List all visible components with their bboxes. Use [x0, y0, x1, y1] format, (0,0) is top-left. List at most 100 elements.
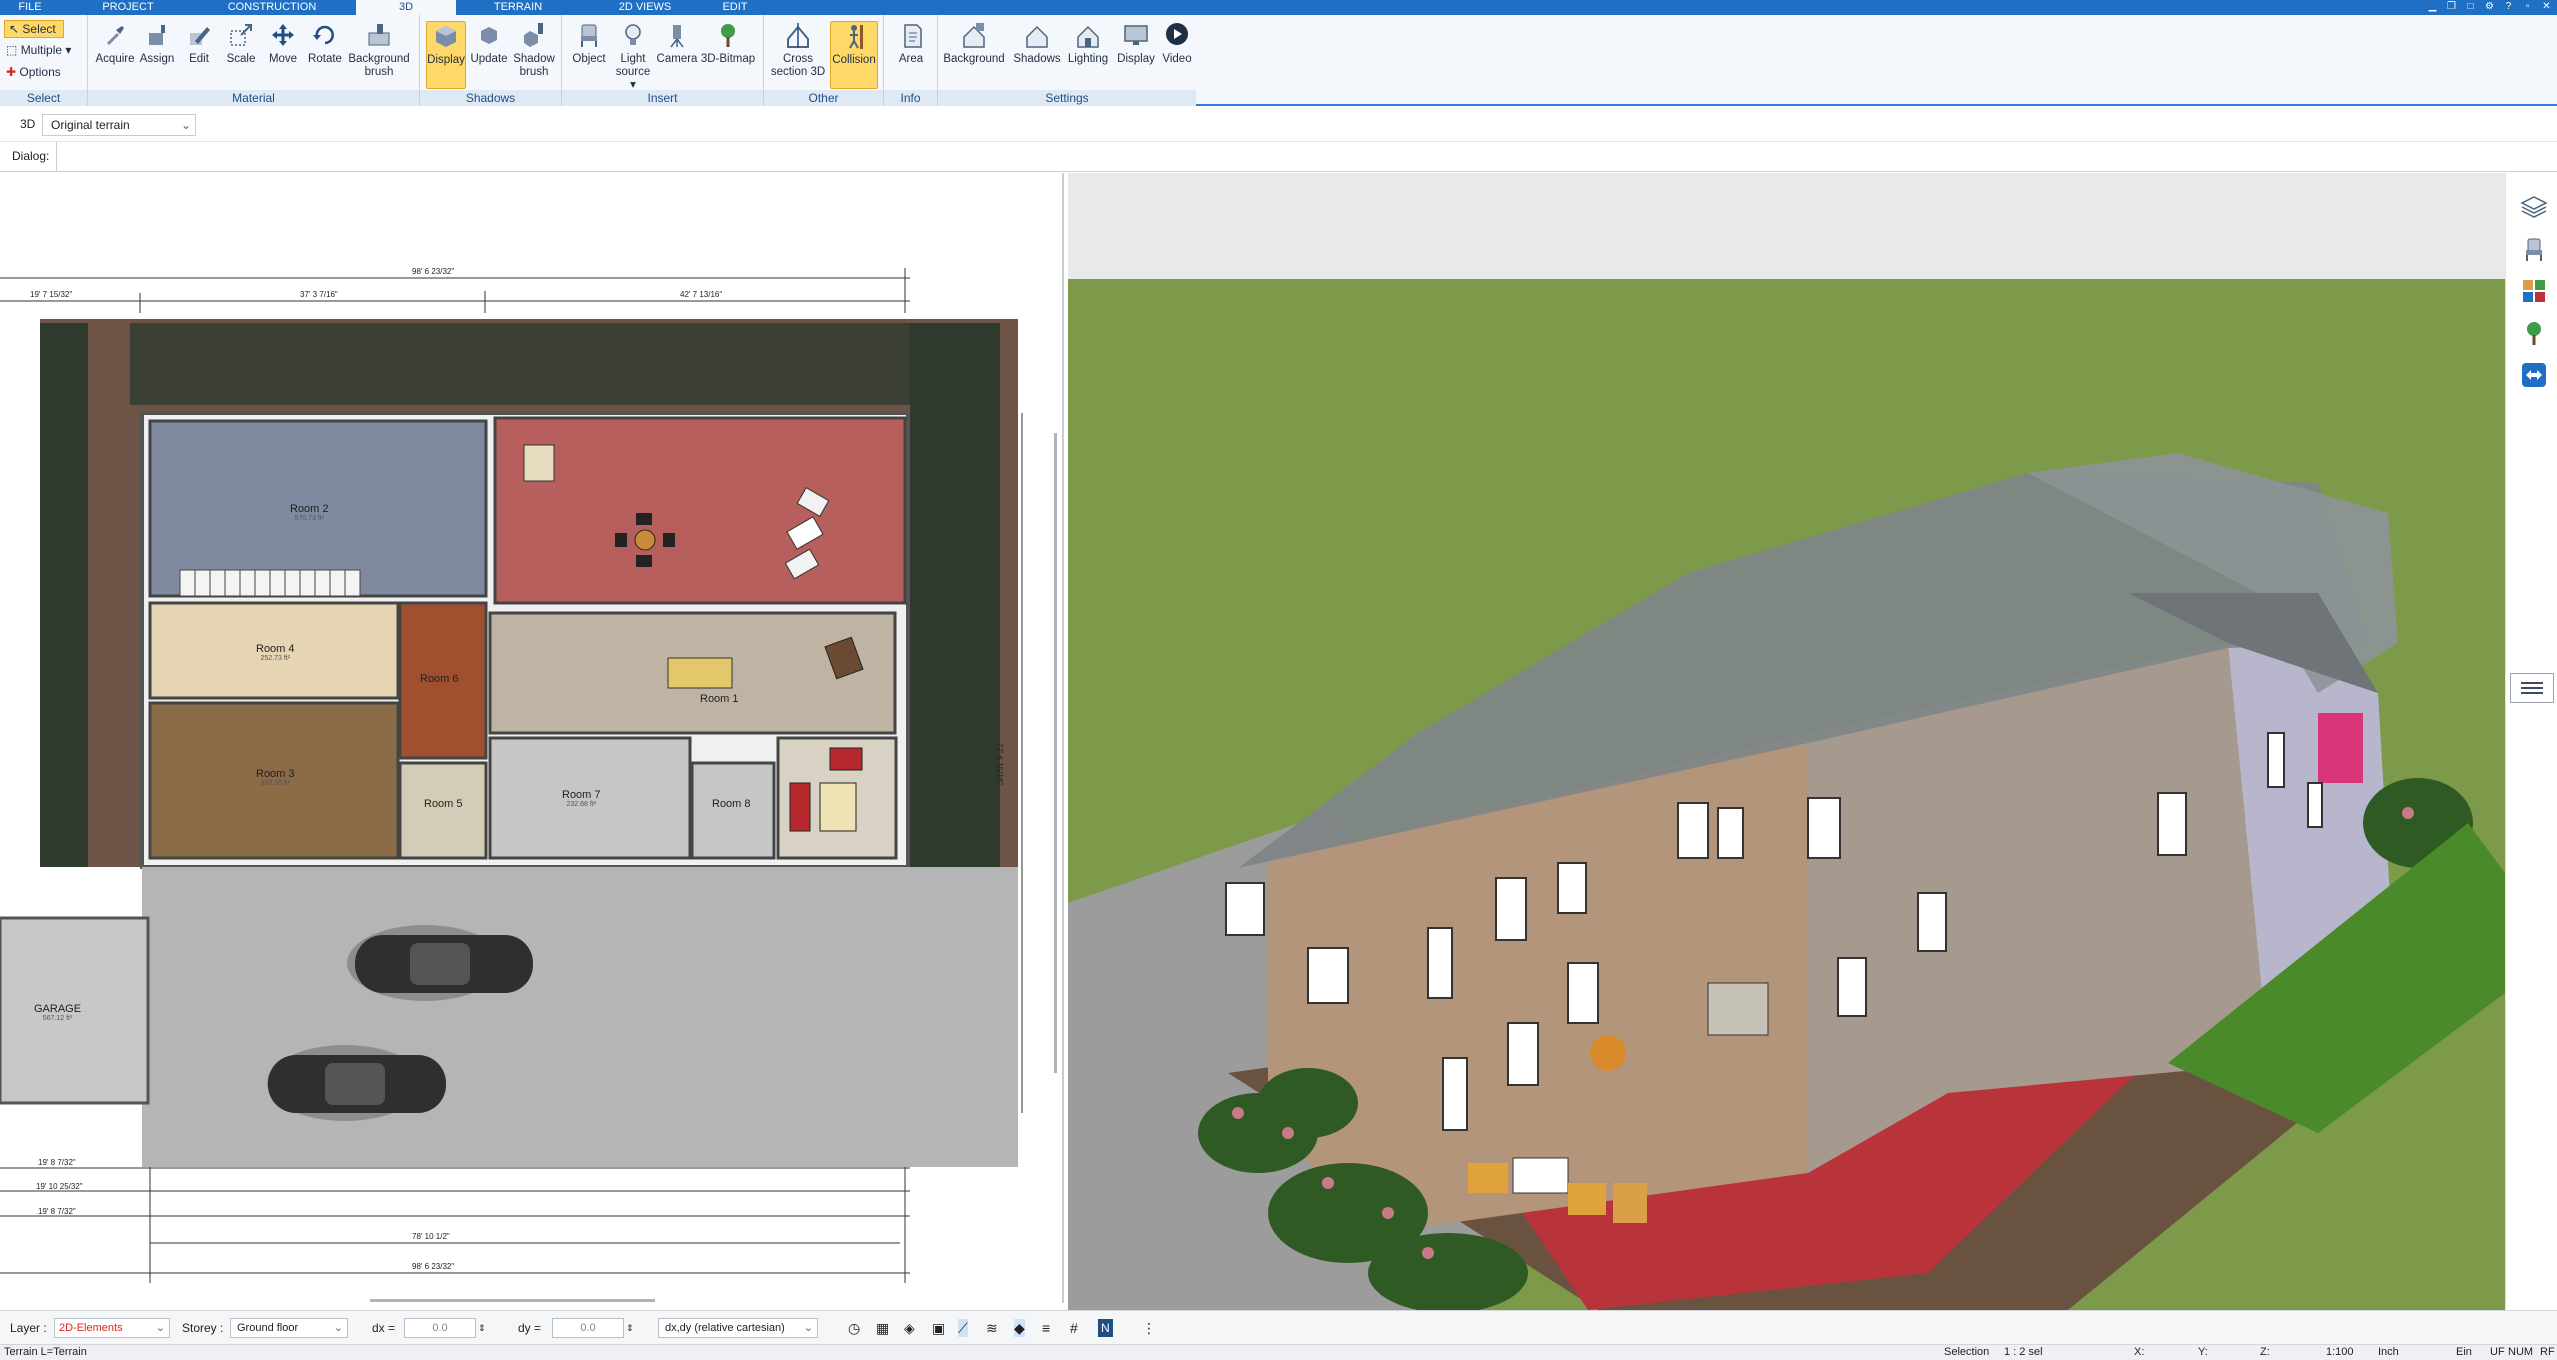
insert-light-source-button[interactable]: Light source ▾ — [612, 21, 654, 92]
clock-icon[interactable]: ◷ — [848, 1319, 860, 1337]
tree-icon — [721, 24, 735, 47]
snap-wall-icon[interactable]: ≋ — [986, 1319, 998, 1337]
cube-update-icon — [481, 27, 497, 44]
pencil-icon — [190, 27, 210, 45]
close-icon[interactable]: ✕ — [2540, 1, 2553, 13]
help-icon[interactable]: ? — [2502, 1, 2515, 13]
select-tool-button[interactable]: ↖ Select — [4, 20, 64, 38]
snap-object-icon[interactable]: ◈ — [904, 1319, 915, 1337]
terrace-chair — [636, 513, 652, 525]
dx-stepper-icon[interactable]: ⇕ — [478, 1319, 486, 1337]
minimize-icon[interactable]: ▁ — [2426, 1, 2439, 13]
north-icon[interactable]: N — [1098, 1319, 1113, 1337]
floor-plan-2d[interactable]: Room 2 570.73 ft² Room 4 252.73 ft² Room 3… — [0, 173, 1064, 1303]
room-label: Room 2 570.73 ft² — [290, 503, 329, 522]
rotate-icon — [313, 25, 334, 45]
tree-icon[interactable] — [2520, 319, 2548, 347]
horizontal-scrollbar[interactable] — [370, 1299, 655, 1302]
car-bottom — [267, 1045, 446, 1121]
chair-icon[interactable] — [2520, 235, 2548, 263]
settings-lighting-button[interactable]: Lighting — [1064, 21, 1112, 66]
dialog-label: Dialog: — [12, 149, 50, 163]
scale-button[interactable]: Scale — [220, 21, 262, 66]
background-brush-icon — [368, 24, 390, 46]
tab-file[interactable]: FILE — [8, 0, 52, 15]
background-brush-button[interactable]: Background brush — [346, 21, 412, 79]
dimension-lines-top — [0, 268, 910, 313]
ribbon-empty-area — [1196, 15, 2557, 106]
dy-stepper-icon[interactable]: ⇕ — [626, 1319, 634, 1337]
terrain-select[interactable]: Original terrain ⌄ — [42, 114, 196, 136]
settings-background-button[interactable]: Background — [942, 21, 1006, 66]
maximize-icon[interactable]: □ — [2464, 1, 2477, 13]
storey-select[interactable]: Ground floor ⌄ — [230, 1318, 348, 1338]
dimension-label: 19' 8 7/32" — [38, 1158, 76, 1167]
settings-icon[interactable]: ⚙ — [2483, 1, 2496, 13]
terrace-chair — [615, 533, 627, 547]
tab-3d[interactable]: 3D — [356, 0, 456, 15]
tab-2d-views[interactable]: 2D VIEWS — [610, 0, 680, 15]
coordinate-mode-select[interactable]: dx,dy (relative cartesian) ⌄ — [658, 1318, 818, 1338]
z-coordinate: Z: — [2260, 1346, 2270, 1358]
snap-angle-icon[interactable]: ⟋ — [958, 1319, 968, 1337]
panel-toggle-button[interactable] — [2510, 673, 2554, 703]
selection-value: 1 : 2 sel — [2004, 1346, 2043, 1358]
dy-input[interactable]: 0.0 — [552, 1318, 624, 1338]
dimension-label: 78' 10 1/2" — [412, 1232, 450, 1241]
x-coordinate: X: — [2134, 1346, 2145, 1358]
ribbon-group-label: Material — [88, 90, 419, 106]
settings-shadows-button[interactable]: Shadows — [1012, 21, 1062, 66]
move-button[interactable]: Move — [262, 21, 304, 66]
sofa — [789, 782, 811, 832]
house-lighting-icon — [1077, 25, 1099, 48]
insert-object-button[interactable]: Object — [568, 21, 610, 66]
rotate-button[interactable]: Rotate — [304, 21, 346, 66]
chevron-down-icon: ⌄ — [180, 118, 191, 132]
restore-window-icon[interactable]: ▫ — [2521, 1, 2534, 13]
shadows-display-button[interactable]: Display — [426, 21, 466, 89]
collision-button[interactable]: Collision — [830, 21, 878, 89]
divider — [56, 142, 57, 172]
view-3d[interactable] — [1068, 173, 2505, 1313]
restore-icon[interactable]: ❐ — [2445, 1, 2458, 13]
material-palette-icon[interactable] — [2520, 277, 2548, 305]
more-options-icon[interactable]: ⋮ — [1142, 1319, 1156, 1337]
snap-layer-icon[interactable]: ▣ — [932, 1319, 945, 1337]
ribbon-group-settings: Background Shadows Lighting Display Vide… — [938, 15, 1196, 106]
room-5-floor[interactable] — [398, 761, 488, 860]
options-button[interactable]: ✚ Options — [6, 64, 61, 80]
settings-display-button[interactable]: Display — [1114, 21, 1158, 66]
snap-line-icon[interactable]: ≡ — [1042, 1319, 1050, 1337]
camera-icon — [670, 25, 684, 48]
room-8-floor[interactable] — [690, 761, 776, 860]
grid-icon[interactable]: # — [1070, 1319, 1078, 1337]
tab-construction[interactable]: CONSTRUCTION — [222, 0, 322, 15]
snap-point-icon[interactable]: ◆ — [1014, 1319, 1025, 1337]
room-label: Room 7 232.68 ft² — [562, 789, 601, 808]
assign-button[interactable]: Assign — [136, 21, 178, 66]
dx-input[interactable]: 0.0 — [404, 1318, 476, 1338]
edit-button[interactable]: Edit — [178, 21, 220, 66]
settings-video-button[interactable]: Video — [1160, 21, 1194, 66]
ribbon-group-material: Acquire Assign Edit Scale Move Rotate Ba… — [88, 15, 420, 106]
layers-icon[interactable] — [2520, 193, 2548, 221]
snap-grid-icon[interactable]: ▦ — [876, 1319, 889, 1337]
vertical-scrollbar[interactable] — [1054, 433, 1057, 1073]
cross-section-3d-button[interactable]: Cross section 3D — [770, 21, 826, 79]
tab-terrain[interactable]: TERRAIN — [484, 0, 552, 15]
shadow-brush-button[interactable]: Shadow brush — [510, 21, 558, 79]
insert-camera-button[interactable]: Camera — [656, 21, 698, 66]
ribbon: ↖ Select ⬚ Multiple ▾ ✚ Options Select A… — [0, 15, 1196, 106]
multiple-select-button[interactable]: ⬚ Multiple ▾ — [6, 42, 71, 58]
room-label: Room 4 252.73 ft² — [256, 643, 295, 662]
ribbon-group-shadows: Display Update Shadow brush Shadows — [420, 15, 562, 106]
terrace-floor[interactable] — [493, 416, 907, 605]
remote-access-icon[interactable] — [2520, 361, 2548, 389]
shadows-update-button[interactable]: Update — [468, 21, 510, 66]
tab-edit[interactable]: EDIT — [715, 0, 755, 15]
acquire-button[interactable]: Acquire — [94, 21, 136, 66]
layer-select[interactable]: 2D-Elements ⌄ — [54, 1318, 170, 1338]
tab-project[interactable]: PROJECT — [94, 0, 162, 15]
area-button[interactable]: Area — [890, 21, 932, 66]
insert-3d-bitmap-button[interactable]: 3D-Bitmap — [700, 21, 756, 66]
